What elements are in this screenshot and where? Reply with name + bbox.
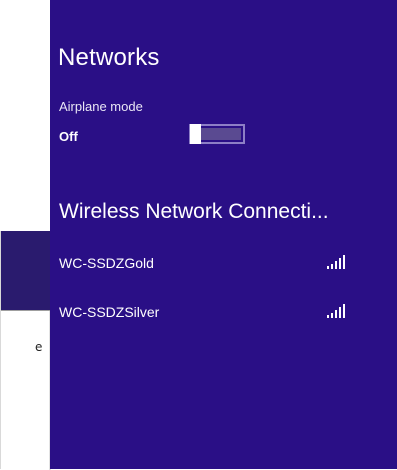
wifi-signal-full-icon (327, 304, 345, 318)
toggle-thumb[interactable] (190, 124, 201, 144)
airplane-mode-state: Off (59, 129, 78, 144)
background-dialog: e (1, 310, 51, 470)
background-window-titlebar (1, 231, 51, 310)
network-item-wc-ssdzsilver[interactable]: WC-SSDZSilver (50, 294, 397, 334)
network-name: WC-SSDZGold (59, 255, 154, 271)
wifi-signal-full-icon (327, 255, 345, 269)
toggle-track (201, 128, 241, 140)
background-window: e (0, 231, 51, 470)
panel-title: Networks (58, 44, 160, 71)
network-item-wc-ssdzgold[interactable]: WC-SSDZGold (50, 245, 397, 285)
wireless-connection-heading: Wireless Network Connecti... (59, 200, 329, 223)
background-dialog-text: e (35, 340, 43, 354)
network-name: WC-SSDZSilver (59, 304, 160, 320)
networks-panel: Networks Airplane mode Off Wireless Netw… (50, 0, 397, 469)
airplane-mode-toggle[interactable] (189, 124, 245, 144)
airplane-mode-label: Airplane mode (59, 99, 143, 114)
